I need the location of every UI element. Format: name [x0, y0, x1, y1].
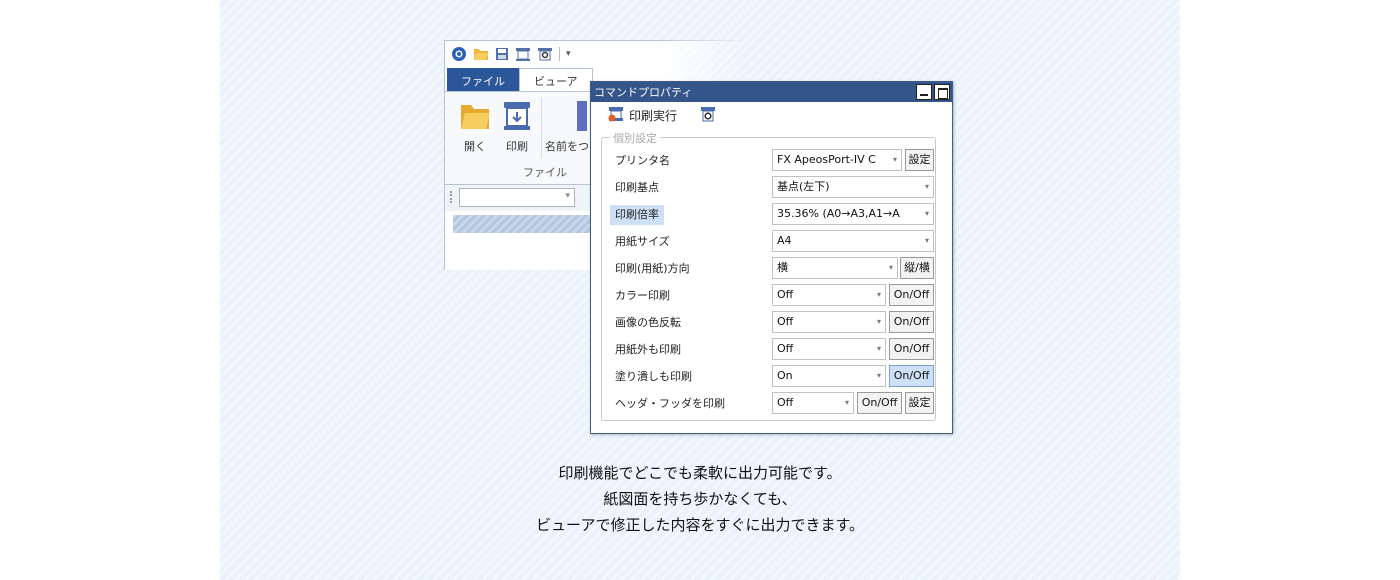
customize-toolbar-icon[interactable]: ▾ [566, 49, 571, 59]
save-as-label: 名前をつ [545, 140, 589, 153]
header-footer-row: ヘッダ・フッダを印刷 Off ▾ On/Off 設定 [602, 389, 935, 416]
document-tab-strip [453, 215, 593, 233]
open-label: 開く [464, 140, 486, 153]
chevron-down-icon: ▾ [842, 393, 849, 413]
paper-size-select[interactable]: A4 ▾ [772, 230, 934, 252]
outside-paper-row: 用紙外も印刷 Off ▾ On/Off [602, 335, 935, 362]
row-label: ヘッダ・フッダを印刷 [615, 397, 725, 410]
toolbar-separator [559, 47, 560, 61]
caption-line-3: ビューアで修正した内容をすぐに出力できます。 [536, 516, 864, 534]
fill-print-select[interactable]: On ▾ [772, 365, 886, 387]
print-button[interactable]: 印刷 [497, 98, 537, 154]
invert-image-select[interactable]: Off ▾ [772, 311, 886, 333]
orientation-toggle-button[interactable]: 縦/横 [900, 257, 934, 279]
chevron-down-icon: ▾ [886, 258, 893, 278]
open-folder-icon [455, 98, 495, 134]
fill-print-row: 塗り潰しも印刷 On ▾ On/Off [602, 362, 935, 389]
color-print-toggle-button[interactable]: On/Off [889, 284, 934, 306]
row-label: 用紙外も印刷 [615, 343, 681, 356]
print-scale-select[interactable]: 35.36% (A0→A3,A1→A ▾ [772, 203, 934, 225]
chevron-down-icon: ▾ [874, 339, 881, 359]
print-icon [497, 98, 537, 134]
quick-access-toolbar: ▾ [445, 41, 954, 67]
dialog-toolbar: 印刷実行 [591, 102, 952, 128]
chevron-down-icon: ▾ [890, 150, 897, 170]
print-preview-icon[interactable] [537, 47, 553, 61]
open-button[interactable]: 開く [455, 98, 495, 154]
ribbon-group-label: ファイル [523, 166, 567, 179]
save-icon[interactable] [495, 47, 509, 61]
ribbon-tabs: ファイル ビューア [447, 68, 593, 92]
fill-print-toggle-button[interactable]: On/Off [889, 365, 934, 387]
color-print-select[interactable]: Off ▾ [772, 284, 886, 306]
open-folder-icon[interactable] [473, 47, 489, 61]
minimize-button[interactable] [916, 84, 932, 100]
color-print-row: カラー印刷 Off ▾ On/Off [602, 281, 935, 308]
row-label: 印刷(用紙)方向 [615, 262, 690, 275]
printer-name-row: プリンタ名 FX ApeosPort-IV C ▾ 設定 [602, 146, 935, 173]
group-legend: 個別設定 [610, 130, 660, 146]
print-origin-row: 印刷基点 基点(左下) ▾ [602, 173, 935, 200]
caption: 印刷機能でどこでも柔軟に出力可能です。 紙図面を持ち歩かなくても、 ビューアで修… [220, 460, 1180, 538]
app-logo-icon[interactable] [451, 46, 467, 62]
printer-select[interactable]: FX ApeosPort-IV C ▾ [772, 149, 902, 171]
header-footer-settings-button[interactable]: 設定 [905, 392, 934, 414]
chevron-down-icon: ▾ [922, 177, 929, 197]
print-execute-icon[interactable] [607, 105, 625, 126]
print-scale-row: 印刷倍率 35.36% (A0→A3,A1→A ▾ [602, 200, 935, 227]
tab-viewer[interactable]: ビューア [519, 68, 593, 92]
print-icon[interactable] [515, 47, 531, 61]
print-origin-select[interactable]: 基点(左下) ▾ [772, 176, 934, 198]
row-label: プリンタ名 [615, 154, 670, 167]
row-label: カラー印刷 [615, 289, 670, 302]
printer-settings-button[interactable]: 設定 [905, 149, 934, 171]
row-label: 印刷基点 [615, 181, 659, 194]
chevron-down-icon: ▾ [922, 204, 929, 224]
chevron-down-icon: ▾ [874, 366, 881, 386]
outside-paper-toggle-button[interactable]: On/Off [889, 338, 934, 360]
command-properties-dialog: コマンドプロパティ 印刷実行 個別設定 プリンタ名 FX ApeosPort-I… [590, 81, 953, 434]
caption-line-1: 印刷機能でどこでも柔軟に出力可能です。 [558, 464, 842, 482]
print-preview-icon[interactable] [699, 105, 717, 126]
row-label: 印刷倍率 [610, 205, 664, 225]
toolbar-grip[interactable] [450, 191, 452, 203]
caption-line-2: 紙図面を持ち歩かなくても、 [603, 490, 797, 508]
orientation-select[interactable]: 横 ▾ [772, 257, 898, 279]
outside-paper-select[interactable]: Off ▾ [772, 338, 886, 360]
header-footer-select[interactable]: Off ▾ [772, 392, 854, 414]
tab-file[interactable]: ファイル [447, 68, 519, 92]
dialog-title: コマンドプロパティ [594, 86, 693, 99]
header-footer-toggle-button[interactable]: On/Off [857, 392, 902, 414]
row-label: 塗り潰しも印刷 [615, 370, 692, 383]
orientation-row: 印刷(用紙)方向 横 ▾ 縦/横 [602, 254, 935, 281]
ribbon-separator [541, 98, 542, 158]
print-label: 印刷 [506, 140, 528, 153]
chevron-down-icon: ▾ [922, 231, 929, 251]
chevron-down-icon: ▾ [874, 312, 881, 332]
row-label: 用紙サイズ [615, 235, 670, 248]
chevron-down-icon: ▾ [874, 285, 881, 305]
maximize-button[interactable] [934, 84, 950, 100]
invert-image-toggle-button[interactable]: On/Off [889, 311, 934, 333]
dialog-titlebar[interactable]: コマンドプロパティ [591, 82, 952, 102]
layer-combo[interactable] [459, 188, 575, 207]
invert-image-row: 画像の色反転 Off ▾ On/Off [602, 308, 935, 335]
individual-settings-group: 個別設定 プリンタ名 FX ApeosPort-IV C ▾ 設定 印刷基点 基点… [601, 130, 936, 421]
row-label: 画像の色反転 [615, 316, 681, 329]
paper-size-row: 用紙サイズ A4 ▾ [602, 227, 935, 254]
print-execute-button[interactable]: 印刷実行 [629, 107, 677, 124]
